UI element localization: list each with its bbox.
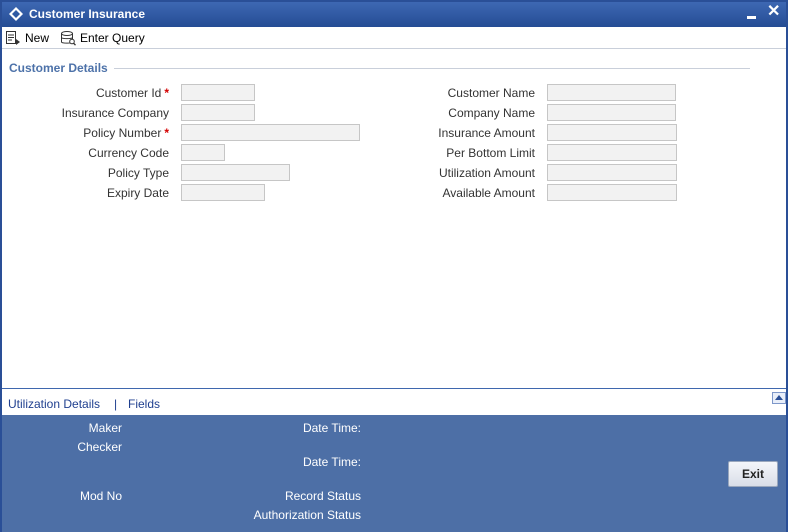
per-bottom-limit-input[interactable] [547, 144, 677, 161]
enter-query-button-label: Enter Query [80, 31, 145, 45]
maker-label: Maker [88, 421, 122, 435]
customer-id-label: Customer Id * [95, 86, 169, 100]
policy-type-input[interactable] [181, 164, 290, 181]
customer-insurance-window: Customer Insurance ✕ New Enter Query Cus… [0, 0, 788, 532]
per-bottom-limit-label: Per Bottom Limit [446, 146, 535, 160]
title-bar: Customer Insurance ✕ [2, 2, 786, 27]
authorization-status-label: Authorization Status [253, 508, 361, 522]
section-title-customer-details: Customer Details [9, 61, 108, 75]
policy-number-label: Policy Number * [83, 126, 169, 140]
company-name-input[interactable] [547, 104, 676, 121]
available-amount-label: Available Amount [442, 186, 535, 200]
expiry-date-label: Expiry Date [106, 186, 169, 200]
expiry-date-input[interactable] [181, 184, 265, 201]
currency-code-label: Currency Code [88, 146, 169, 160]
customer-name-input[interactable] [547, 84, 676, 101]
checker-date-time-label: Date Time: [302, 455, 361, 469]
customer-id-input[interactable] [181, 84, 255, 101]
insurance-company-input[interactable] [181, 104, 255, 121]
customer-name-label: Customer Name [447, 86, 535, 100]
exit-button[interactable]: Exit [728, 461, 778, 487]
insurance-amount-input[interactable] [547, 124, 677, 141]
new-button[interactable]: New [5, 29, 49, 47]
database-query-icon [61, 31, 76, 46]
required-marker: * [164, 86, 169, 100]
diamond-logo-icon [9, 7, 23, 21]
record-status-label: Record Status [284, 489, 361, 503]
policy-type-label: Policy Type [107, 166, 169, 180]
utilization-details-link[interactable]: Utilization Details [8, 397, 100, 411]
scroll-up-arrow-icon[interactable] [772, 392, 786, 404]
minimize-icon[interactable] [746, 7, 758, 21]
window-title: Customer Insurance [29, 7, 146, 21]
currency-code-input[interactable] [181, 144, 225, 161]
available-amount-input[interactable] [547, 184, 677, 201]
maker-date-time-label: Date Time: [302, 421, 361, 435]
enter-query-button[interactable]: Enter Query [60, 29, 145, 47]
checker-label: Checker [77, 440, 122, 454]
utilization-amount-input[interactable] [547, 164, 677, 181]
required-marker: * [164, 126, 169, 140]
link-bar: Utilization Details | Fields [2, 389, 786, 415]
toolbar: New Enter Query [2, 27, 786, 49]
insurance-company-label: Insurance Company [61, 106, 169, 120]
insurance-amount-label: Insurance Amount [438, 126, 535, 140]
new-button-label: New [25, 31, 50, 45]
mod-no-label: Mod No [79, 489, 122, 503]
close-icon[interactable]: ✕ [767, 4, 781, 20]
section-divider [114, 68, 750, 69]
new-document-icon [6, 31, 20, 45]
fields-link[interactable]: Fields [128, 397, 160, 411]
policy-number-input[interactable] [181, 124, 360, 141]
company-name-label: Company Name [448, 106, 535, 120]
link-separator: | [114, 397, 118, 411]
utilization-amount-label: Utilization Amount [438, 166, 535, 180]
